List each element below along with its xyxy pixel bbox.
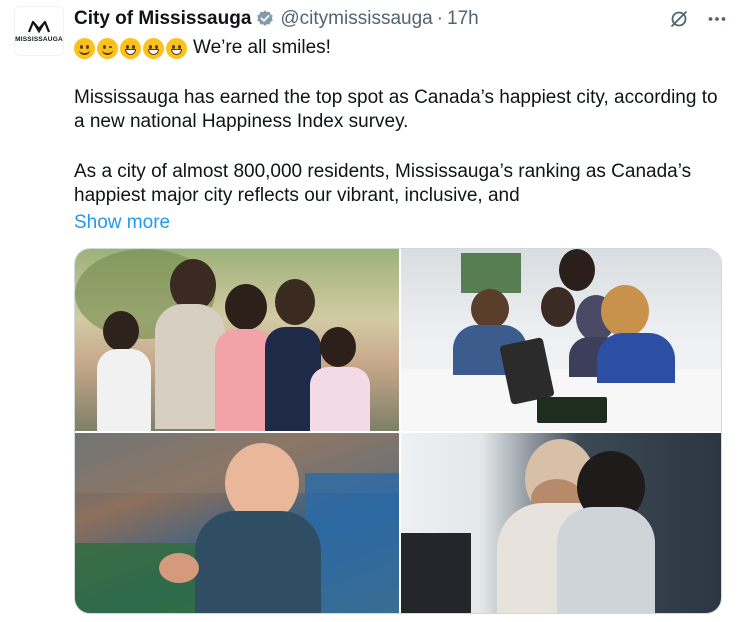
show-more-link[interactable]: Show more <box>74 211 724 235</box>
tweet-header: City of Mississauga @citymississauga · 1… <box>74 6 479 32</box>
photo-smiling-baby[interactable] <box>75 433 399 613</box>
grinning-face-icon <box>120 37 141 59</box>
mississauga-logo-icon <box>27 20 51 33</box>
post-headline: We’re all smiles! <box>193 37 331 58</box>
post-timestamp[interactable]: 17h <box>447 8 479 30</box>
post-paragraph-1: Mississauga has earned the top spot as C… <box>74 87 718 132</box>
account-handle[interactable]: @citymississauga <box>280 8 432 30</box>
winking-face-icon <box>97 37 118 59</box>
photo-students-with-tablet[interactable] <box>401 249 721 431</box>
slightly-smiling-face-icon <box>74 37 95 59</box>
more-options-icon <box>708 17 726 21</box>
grok-icon <box>671 11 687 27</box>
header-actions <box>668 8 728 30</box>
post-body: We’re all smiles! Mississauga has earned… <box>74 36 724 235</box>
photo-mother-hugging-child[interactable] <box>401 433 721 613</box>
post-paragraph-2: As a city of almost 800,000 residents, M… <box>74 161 692 206</box>
avatar[interactable]: MISSISSAUGA <box>14 6 64 56</box>
emoji-group <box>74 37 187 59</box>
post-headline-line: We’re all smiles! <box>74 36 724 60</box>
photo-singer-with-children[interactable] <box>75 249 399 431</box>
tweet: MISSISSAUGA City of Mississauga @citymis… <box>0 0 750 622</box>
account-name[interactable]: City of Mississauga <box>74 8 251 30</box>
separator-dot: · <box>436 8 444 29</box>
media-grid <box>74 248 722 614</box>
grinning-smiling-eyes-face-icon <box>166 37 187 59</box>
grinning-squinting-face-icon <box>143 37 164 59</box>
more-options-button[interactable] <box>706 8 728 30</box>
verified-badge-icon[interactable] <box>255 9 275 29</box>
avatar-wordmark: MISSISSAUGA <box>15 35 63 43</box>
grok-button[interactable] <box>668 8 690 30</box>
